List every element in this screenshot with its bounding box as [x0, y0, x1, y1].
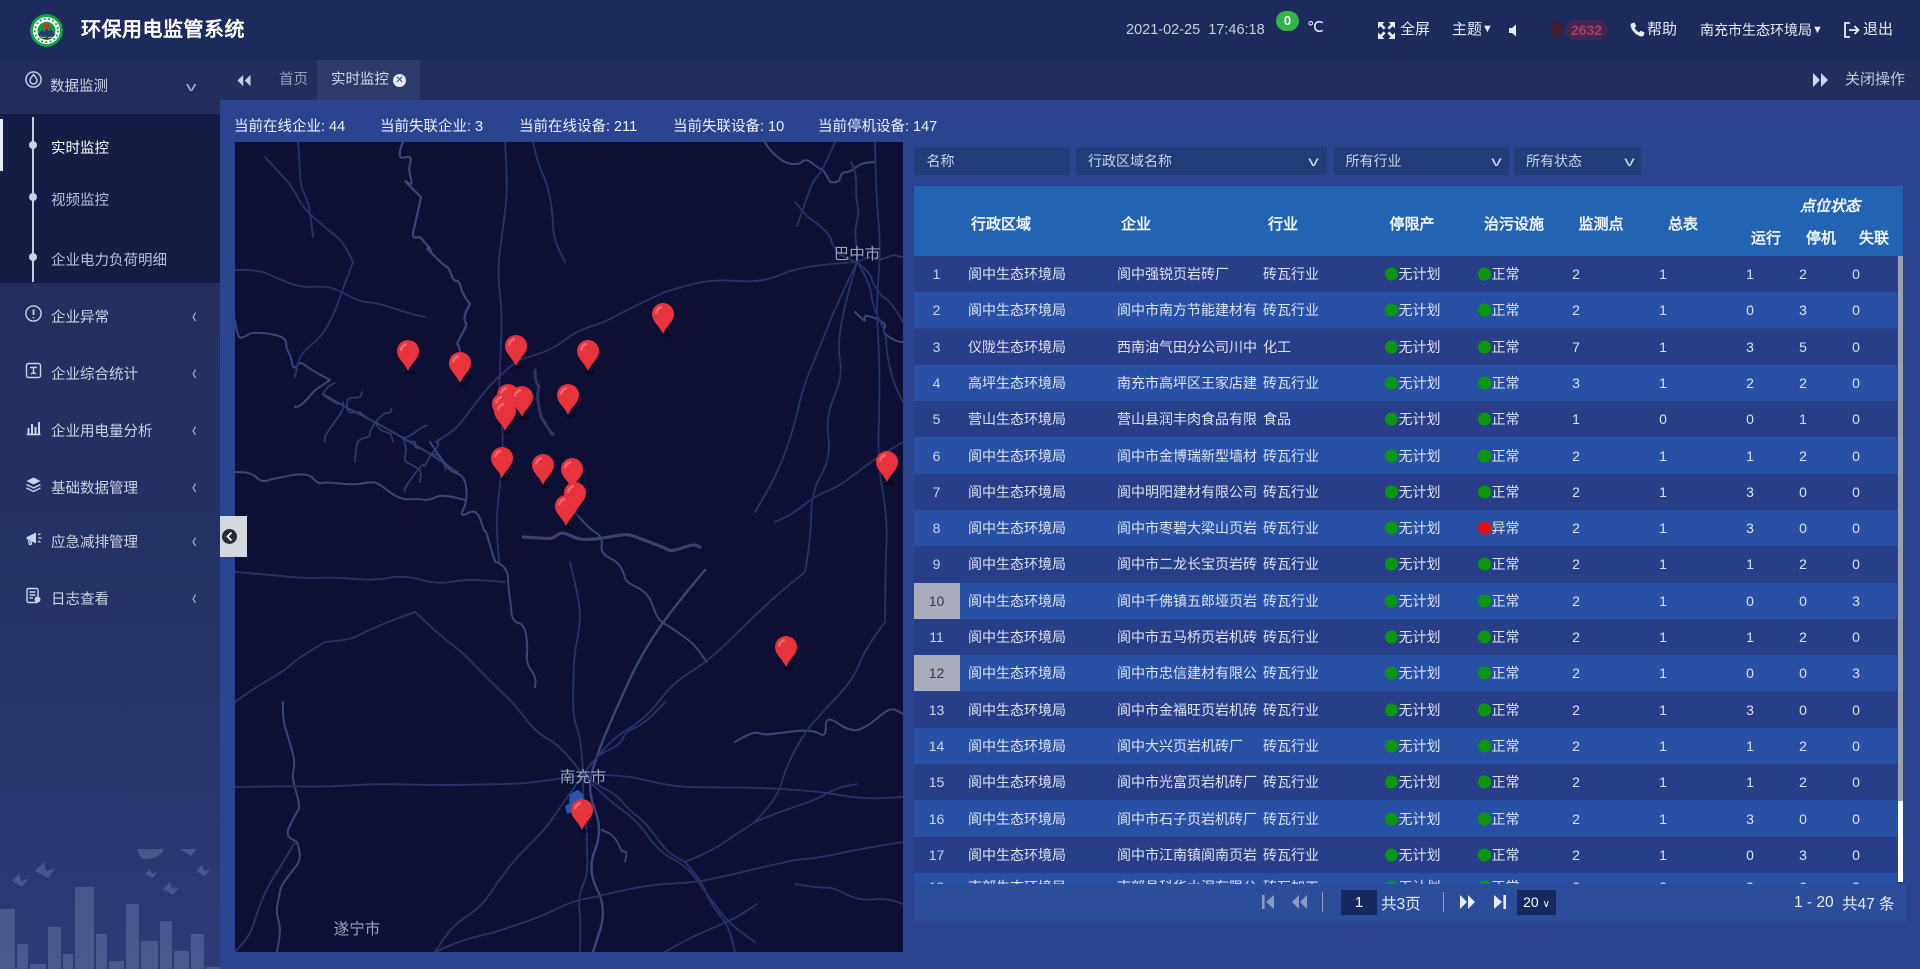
svg-text:遂宁市: 遂宁市 — [334, 920, 381, 938]
svg-text:南充市: 南充市 — [560, 768, 607, 786]
svg-text:巴中市: 巴中市 — [834, 245, 881, 263]
